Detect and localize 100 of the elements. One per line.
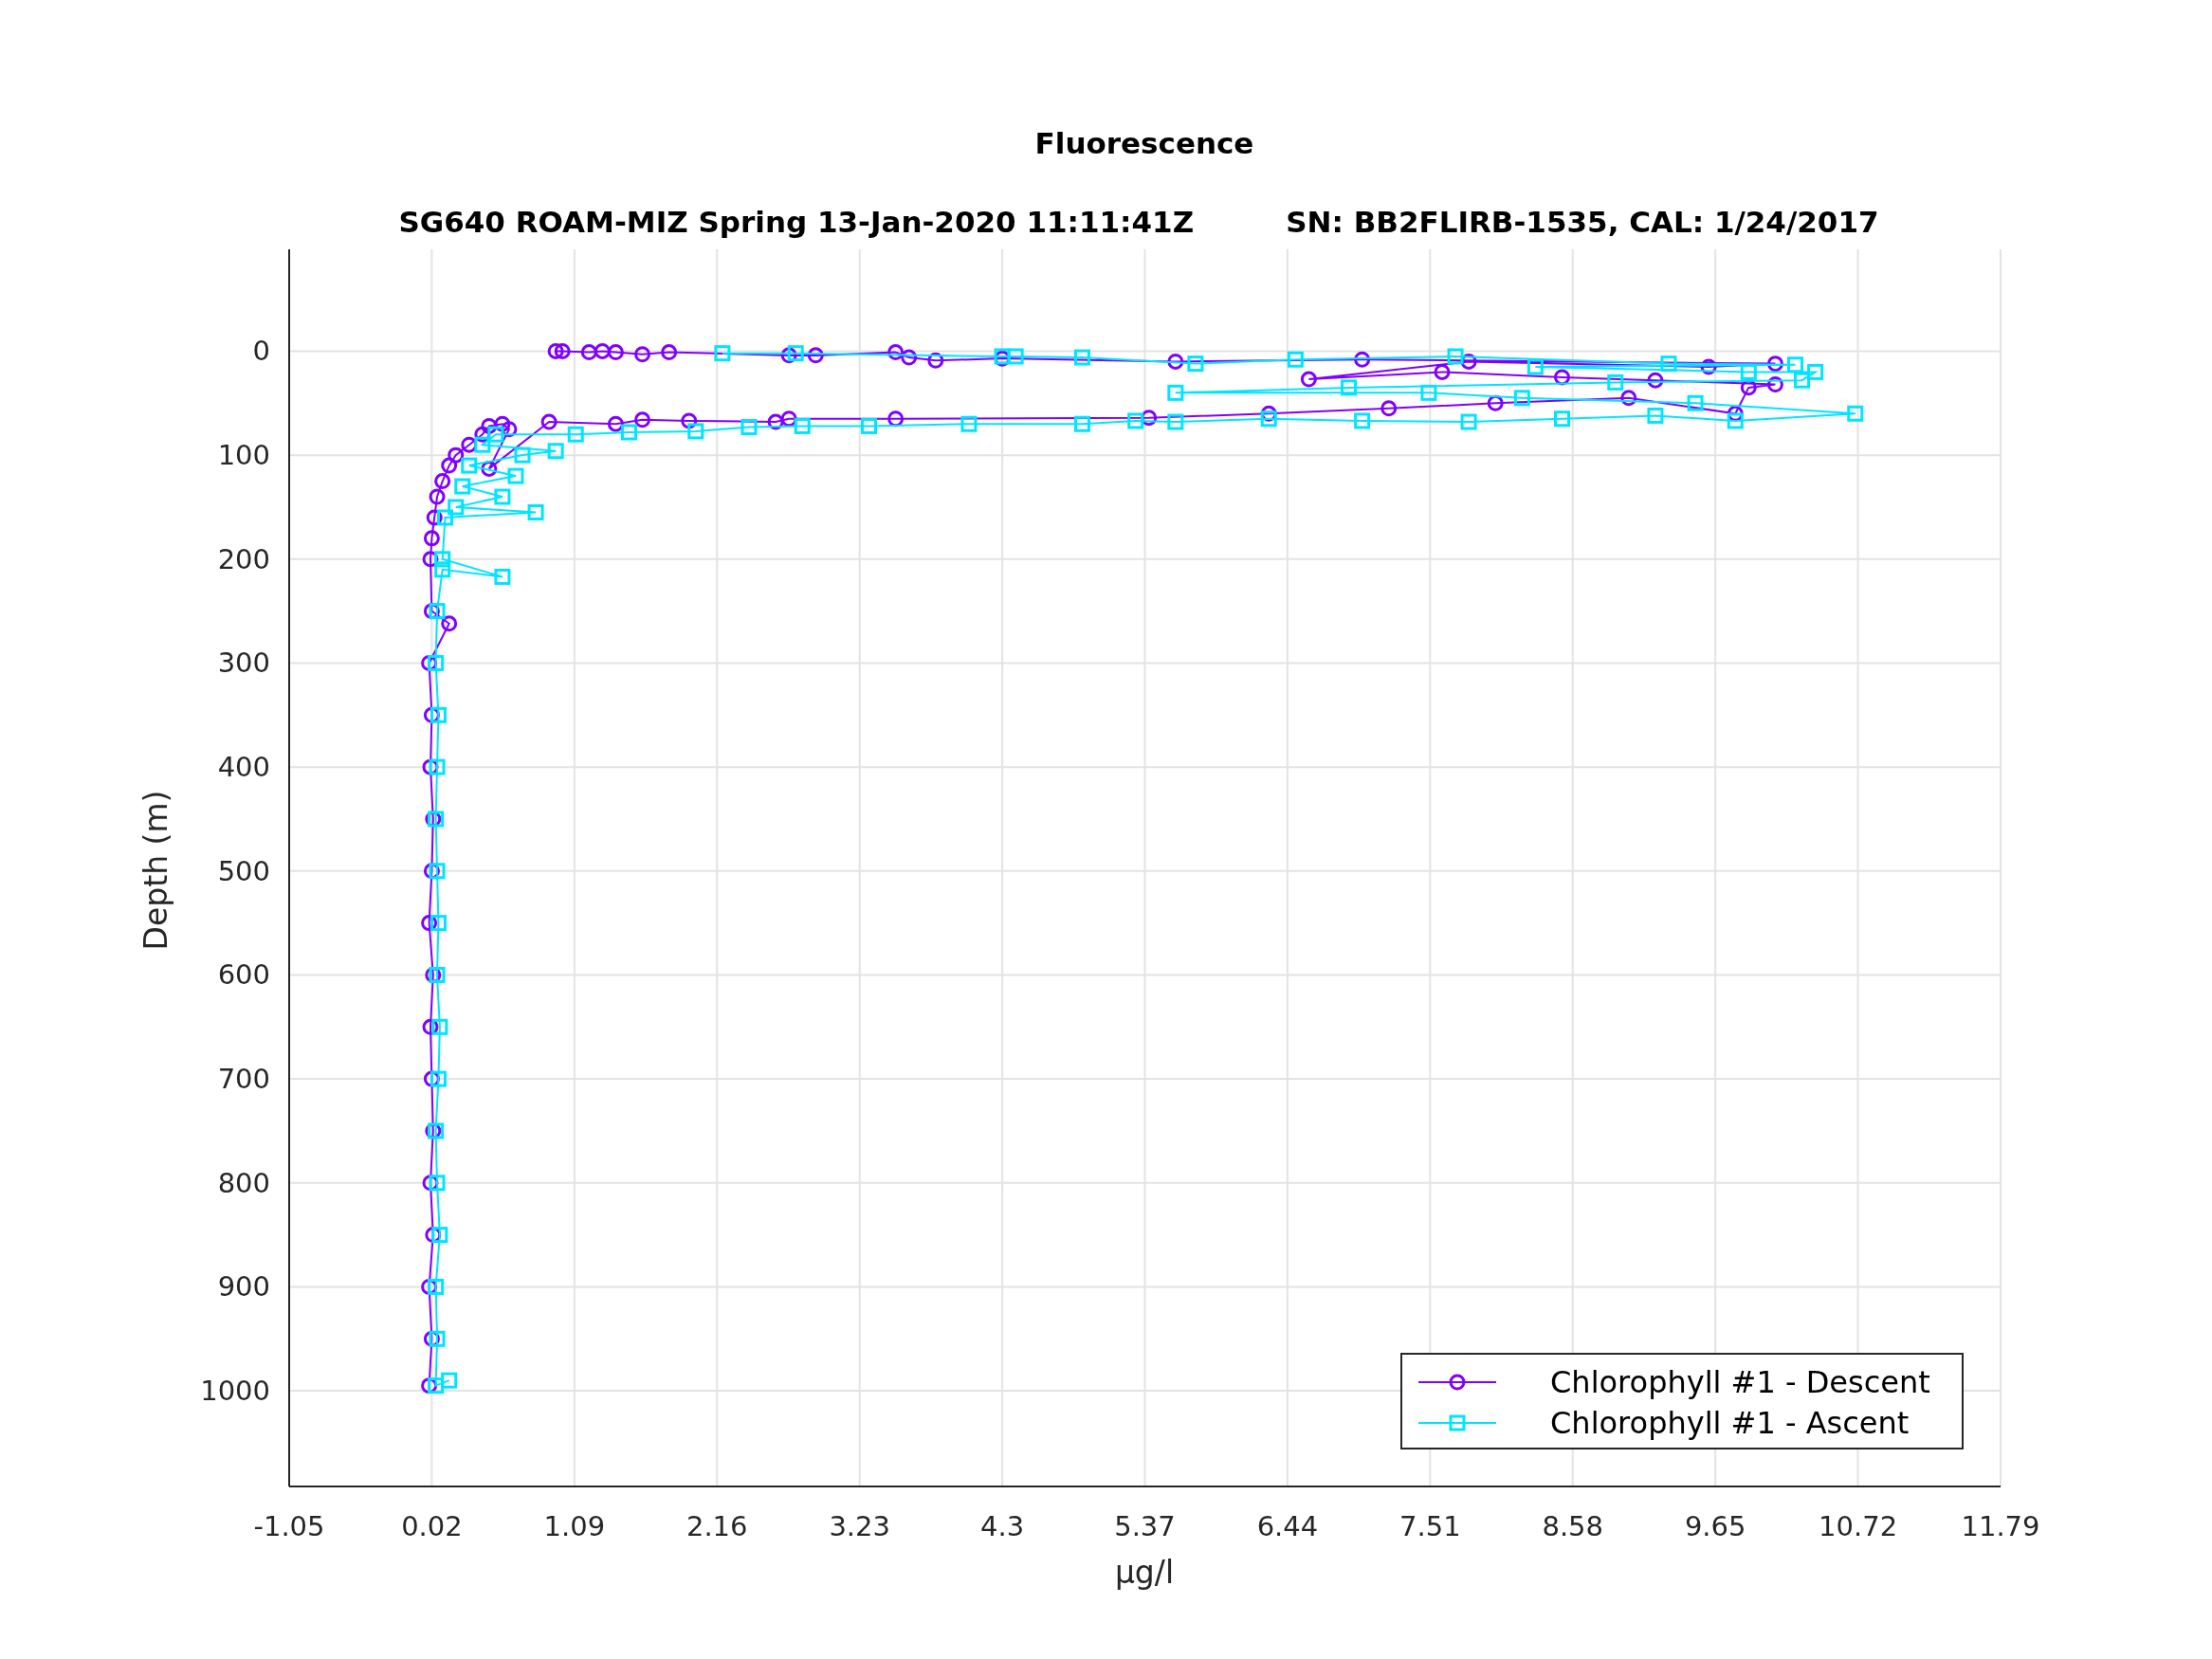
- square-marker: [429, 863, 446, 880]
- circle-marker: [1487, 394, 1504, 411]
- square-marker: [461, 457, 478, 474]
- square-marker: [1687, 394, 1704, 411]
- circle-marker: [681, 412, 698, 429]
- square-marker: [1073, 415, 1090, 432]
- circle-marker: [1434, 363, 1451, 380]
- circle-marker: [1554, 369, 1570, 386]
- circle-marker: [423, 530, 440, 547]
- circle-marker: [1740, 379, 1757, 396]
- square-marker: [1167, 384, 1184, 401]
- circle-marker: [594, 342, 611, 359]
- tick-label: 9.65: [1684, 1510, 1746, 1542]
- square-marker: [1460, 413, 1477, 430]
- square-marker: [1127, 412, 1144, 429]
- tick-label: 11.79: [1961, 1510, 2040, 1542]
- circle-marker: [634, 346, 651, 363]
- square-marker: [434, 551, 451, 568]
- circle-marker: [807, 347, 824, 364]
- circle-marker: [887, 410, 905, 428]
- circle-marker: [661, 344, 678, 361]
- square-marker: [1447, 348, 1464, 365]
- chart-subtitle: SG640 ROAM-MIZ Spring 13-Jan-2020 11:11:41Z SN: BB2FLIRB-1535, CAL: 1/24/2017: [398, 205, 1879, 239]
- circle-marker: [1766, 376, 1783, 393]
- circle-marker: [441, 615, 458, 632]
- circle-marker: [1141, 410, 1158, 427]
- square-marker: [1187, 356, 1204, 373]
- tick-label: 0: [252, 335, 270, 368]
- circle-marker: [1300, 371, 1317, 388]
- circle-marker: [607, 344, 624, 361]
- circle-marker: [423, 706, 440, 723]
- square-marker: [687, 423, 704, 440]
- square-marker: [547, 443, 564, 460]
- square-marker: [794, 417, 811, 434]
- circle-marker: [887, 344, 905, 361]
- circle-marker: [607, 415, 624, 432]
- tick-label: 4.3: [980, 1510, 1025, 1542]
- circle-marker: [767, 413, 784, 430]
- square-marker: [436, 509, 453, 526]
- square-marker: [1847, 405, 1864, 422]
- square-marker: [1073, 349, 1090, 366]
- circle-marker: [1727, 405, 1744, 422]
- square-marker: [1260, 410, 1277, 428]
- circle-marker: [429, 488, 446, 505]
- circle-marker: [1354, 351, 1371, 368]
- circle-marker: [580, 344, 597, 361]
- square-marker: [429, 758, 446, 775]
- legend-label: Chlorophyll #1 - Ascent: [1550, 1405, 1910, 1441]
- circle-marker: [422, 758, 439, 775]
- circle-marker: [441, 457, 458, 474]
- square-marker: [454, 478, 471, 495]
- square-marker: [1607, 374, 1624, 391]
- square-marker: [431, 1018, 448, 1035]
- tick-label: 5.37: [1114, 1510, 1176, 1542]
- circle-marker: [425, 966, 442, 983]
- circle-marker: [422, 551, 439, 568]
- circle-marker: [1260, 405, 1277, 422]
- legend-swatch-icon: [1418, 1416, 1496, 1430]
- square-marker: [429, 603, 446, 620]
- circle-marker: [780, 347, 797, 364]
- circle-marker: [423, 863, 440, 880]
- square-marker: [787, 345, 804, 362]
- tick-label: 10.72: [1819, 1510, 1898, 1542]
- square-marker: [1167, 413, 1184, 430]
- circle-marker: [1700, 358, 1717, 375]
- square-marker: [1647, 407, 1664, 424]
- circle-marker: [421, 915, 438, 932]
- square-marker: [431, 1227, 448, 1244]
- tick-label: 1000: [200, 1375, 270, 1408]
- tick-label: 400: [217, 751, 270, 784]
- square-marker: [441, 1372, 458, 1389]
- circle-marker: [421, 1377, 438, 1395]
- tick-label: 600: [217, 958, 270, 992]
- tick-label: 500: [217, 854, 270, 887]
- legend-swatch-icon: [1418, 1376, 1496, 1389]
- circle-marker: [554, 342, 571, 359]
- circle-marker: [426, 509, 443, 526]
- tick-label: 8.58: [1542, 1510, 1604, 1542]
- square-marker: [429, 966, 446, 983]
- square-marker: [507, 467, 524, 484]
- square-marker: [1341, 379, 1358, 396]
- square-marker: [430, 706, 447, 723]
- square-marker: [861, 417, 877, 434]
- square-marker: [429, 1175, 446, 1192]
- square-marker: [1794, 372, 1811, 389]
- square-marker: [960, 415, 978, 432]
- square-marker: [1420, 384, 1437, 401]
- circle-marker: [634, 411, 651, 428]
- square-marker: [714, 345, 731, 362]
- tick-label: 700: [217, 1063, 270, 1096]
- square-marker: [740, 419, 758, 436]
- square-marker: [1807, 363, 1824, 380]
- tick-label: 6.44: [1256, 1510, 1319, 1542]
- circle-marker: [421, 1278, 438, 1295]
- axis-label: Depth (m): [137, 790, 174, 951]
- tick-label: 100: [217, 439, 270, 472]
- tick-label: 1.09: [543, 1510, 606, 1542]
- square-marker: [494, 568, 511, 585]
- square-marker: [1787, 356, 1803, 374]
- circle-marker: [494, 415, 511, 432]
